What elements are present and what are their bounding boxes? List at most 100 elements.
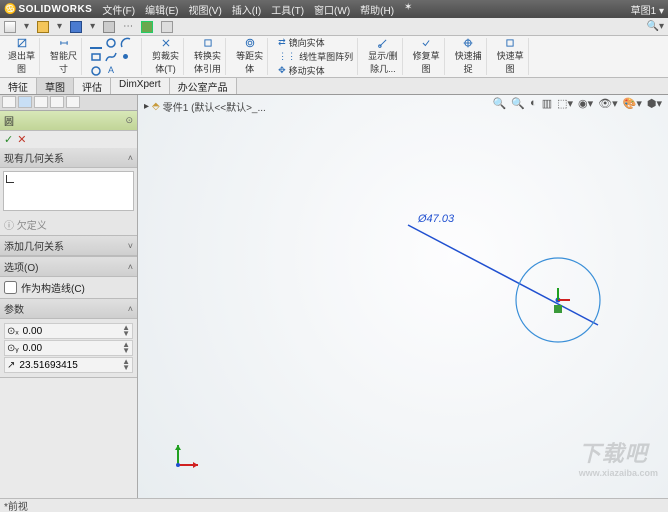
section-params: 参数˄ ⊙ₓ ▲▼ ⊙ᵧ ▲▼ ↗ ▲▼	[0, 299, 137, 378]
relations-listbox[interactable]	[3, 171, 134, 211]
rapid-sketch-button[interactable]: 快速草 图	[493, 38, 529, 75]
rapid-icon	[502, 38, 518, 48]
param-cy-input[interactable]	[23, 343, 93, 354]
menu-edit[interactable]: 编辑(E)	[145, 2, 178, 17]
rect-icon[interactable]	[90, 51, 102, 63]
section-relations-hdr[interactable]: 现有几何关系˄	[0, 148, 137, 168]
rb6-l2: 除几...	[370, 62, 396, 75]
fm-tab-2[interactable]	[18, 96, 32, 108]
cx-icon: ⊙ₓ	[7, 326, 19, 337]
rb7-l1: 修复草	[413, 49, 440, 62]
params-body: ⊙ₓ ▲▼ ⊙ᵧ ▲▼ ↗ ▲▼	[0, 319, 137, 377]
construction-checkbox-row[interactable]: 作为构造线(C)	[0, 277, 137, 298]
section-addrel-hdr[interactable]: 添加几何关系˅	[0, 236, 137, 256]
param-cx-row: ⊙ₓ ▲▼	[4, 323, 133, 339]
title-bar: ♋ SOLIDWORKS 文件(F) 编辑(E) 视图(V) 插入(I) 工具(…	[0, 0, 668, 18]
dimension-text[interactable]: Ø47.03	[418, 213, 454, 225]
ok-button[interactable]: ✓	[4, 133, 13, 146]
rebuild-icon[interactable]	[141, 21, 153, 33]
point-icon[interactable]	[123, 54, 128, 59]
menu-extra-icon[interactable]: ✶	[404, 2, 412, 17]
section-add-relations: 添加几何关系˅	[0, 236, 137, 257]
rb3-l2: 体(T)	[155, 62, 176, 75]
qat-sep2: ▾	[57, 21, 62, 32]
options-icon[interactable]	[161, 21, 173, 33]
menu-view[interactable]: 视图(V)	[188, 2, 221, 17]
cy-spinner[interactable]: ▲▼	[122, 342, 130, 354]
repair-icon	[418, 38, 434, 48]
graphics-area[interactable]: ▸ ⬘ 零件1 (默认<<默认>_... 🔍 🔍 ◐ ▥ ⬚▾ ◉▾ 👁▾ 🎨▾…	[138, 95, 668, 498]
radius-icon: ↗	[7, 360, 15, 371]
exit-sketch-button[interactable]: 退出草 图	[4, 38, 40, 75]
text-icon[interactable]: A	[105, 65, 117, 77]
tab-sketch[interactable]: 草图	[37, 78, 74, 94]
display-relations-button[interactable]: 显示/删 除几...	[364, 38, 403, 75]
arc-icon[interactable]	[120, 37, 132, 49]
menu-window[interactable]: 窗口(W)	[314, 2, 350, 17]
repair-sketch-button[interactable]: 修复草 图	[409, 38, 445, 75]
offset-button[interactable]: 等距实 体	[232, 38, 268, 75]
mirror-button[interactable]: ⇄镜向实体	[278, 36, 353, 49]
fm-tab-3[interactable]	[34, 96, 48, 108]
mirror-icon: ⇄	[278, 37, 286, 48]
move-button[interactable]: ✥移动实体	[278, 64, 353, 77]
cx-spinner[interactable]: ▲▼	[122, 325, 130, 337]
fm-tab-4[interactable]	[50, 96, 64, 108]
menu-file[interactable]: 文件(F)	[102, 2, 135, 17]
pm-pin-icon[interactable]: ⊙	[125, 115, 133, 126]
circle-icon[interactable]	[105, 37, 117, 49]
pattern-group: ⇄镜向实体 ⋮⋮线性草图阵列 ✥移动实体	[274, 38, 358, 75]
save-icon[interactable]	[70, 21, 82, 33]
fm-tab-1[interactable]	[2, 96, 16, 108]
spline-icon[interactable]	[105, 51, 117, 63]
main-area: 圆 ⊙ ✓ ✕ 现有几何关系˄ ⓘ 欠定义 添加几何关系˅ 选项(O)˄ 作为构…	[0, 95, 668, 498]
qat-more[interactable]: ⋯	[123, 21, 133, 32]
menu-tools[interactable]: 工具(T)	[271, 2, 304, 17]
ellipse-icon[interactable]	[90, 65, 102, 77]
menu-help[interactable]: 帮助(H)	[360, 2, 394, 17]
snap-icon	[460, 38, 476, 48]
pattern-icon: ⋮⋮	[278, 51, 296, 62]
status-view-label: *前视	[4, 498, 28, 513]
section-options-hdr[interactable]: 选项(O)˄	[0, 257, 137, 277]
status-bar: *前视	[0, 498, 668, 512]
new-icon[interactable]	[4, 21, 16, 33]
trim-button[interactable]: 剪裁实 体(T)	[148, 38, 184, 75]
move-icon: ✥	[278, 65, 286, 76]
tab-office[interactable]: 办公室产品	[170, 78, 237, 94]
pm-confirm-row: ✓ ✕	[0, 131, 137, 148]
dimension-icon	[56, 38, 72, 48]
coincident-relation-icon[interactable]	[554, 305, 562, 313]
construction-label: 作为构造线(C)	[21, 280, 85, 295]
rb5-l1: 等距实	[236, 49, 263, 62]
tab-evaluate[interactable]: 评估	[74, 78, 111, 94]
param-cx-input[interactable]	[23, 326, 93, 337]
rb6-l1: 显示/删	[368, 49, 398, 62]
print-icon[interactable]	[103, 21, 115, 33]
exit-sketch-icon	[14, 38, 30, 48]
line-icon[interactable]	[90, 37, 102, 49]
param-r-input[interactable]	[19, 360, 89, 371]
rb4-l1: 转换实	[194, 49, 221, 62]
document-title[interactable]: 草图1 ▾	[631, 2, 664, 17]
rb2-l2: 寸	[59, 62, 68, 75]
section-params-hdr[interactable]: 参数˄	[0, 299, 137, 319]
fm-tab-5[interactable]	[66, 96, 80, 108]
construction-checkbox[interactable]	[4, 281, 17, 294]
cancel-button[interactable]: ✕	[17, 133, 26, 146]
convert-button[interactable]: 转换实 体引用	[190, 38, 226, 75]
dimension-leader[interactable]	[408, 225, 598, 325]
open-icon[interactable]	[37, 21, 49, 33]
view-triad[interactable]	[175, 445, 198, 468]
param-cy-row: ⊙ᵧ ▲▼	[4, 340, 133, 356]
quick-snap-button[interactable]: 快速捕 捉	[451, 38, 487, 75]
rb5-l2: 体	[245, 62, 254, 75]
r-spinner[interactable]: ▲▼	[122, 359, 130, 371]
quick-access-toolbar: ▾ ▾ ▾ ⋯ 🔍▾	[0, 18, 668, 36]
menu-insert[interactable]: 插入(I)	[232, 2, 261, 17]
tab-dimxpert[interactable]: DimXpert	[111, 78, 170, 94]
smart-dimension-button[interactable]: 智能尺 寸	[46, 38, 82, 75]
linear-pattern-button[interactable]: ⋮⋮线性草图阵列	[278, 50, 353, 63]
tab-features[interactable]: 特征	[0, 78, 37, 94]
qat-search-icon[interactable]: 🔍▾	[647, 21, 664, 32]
